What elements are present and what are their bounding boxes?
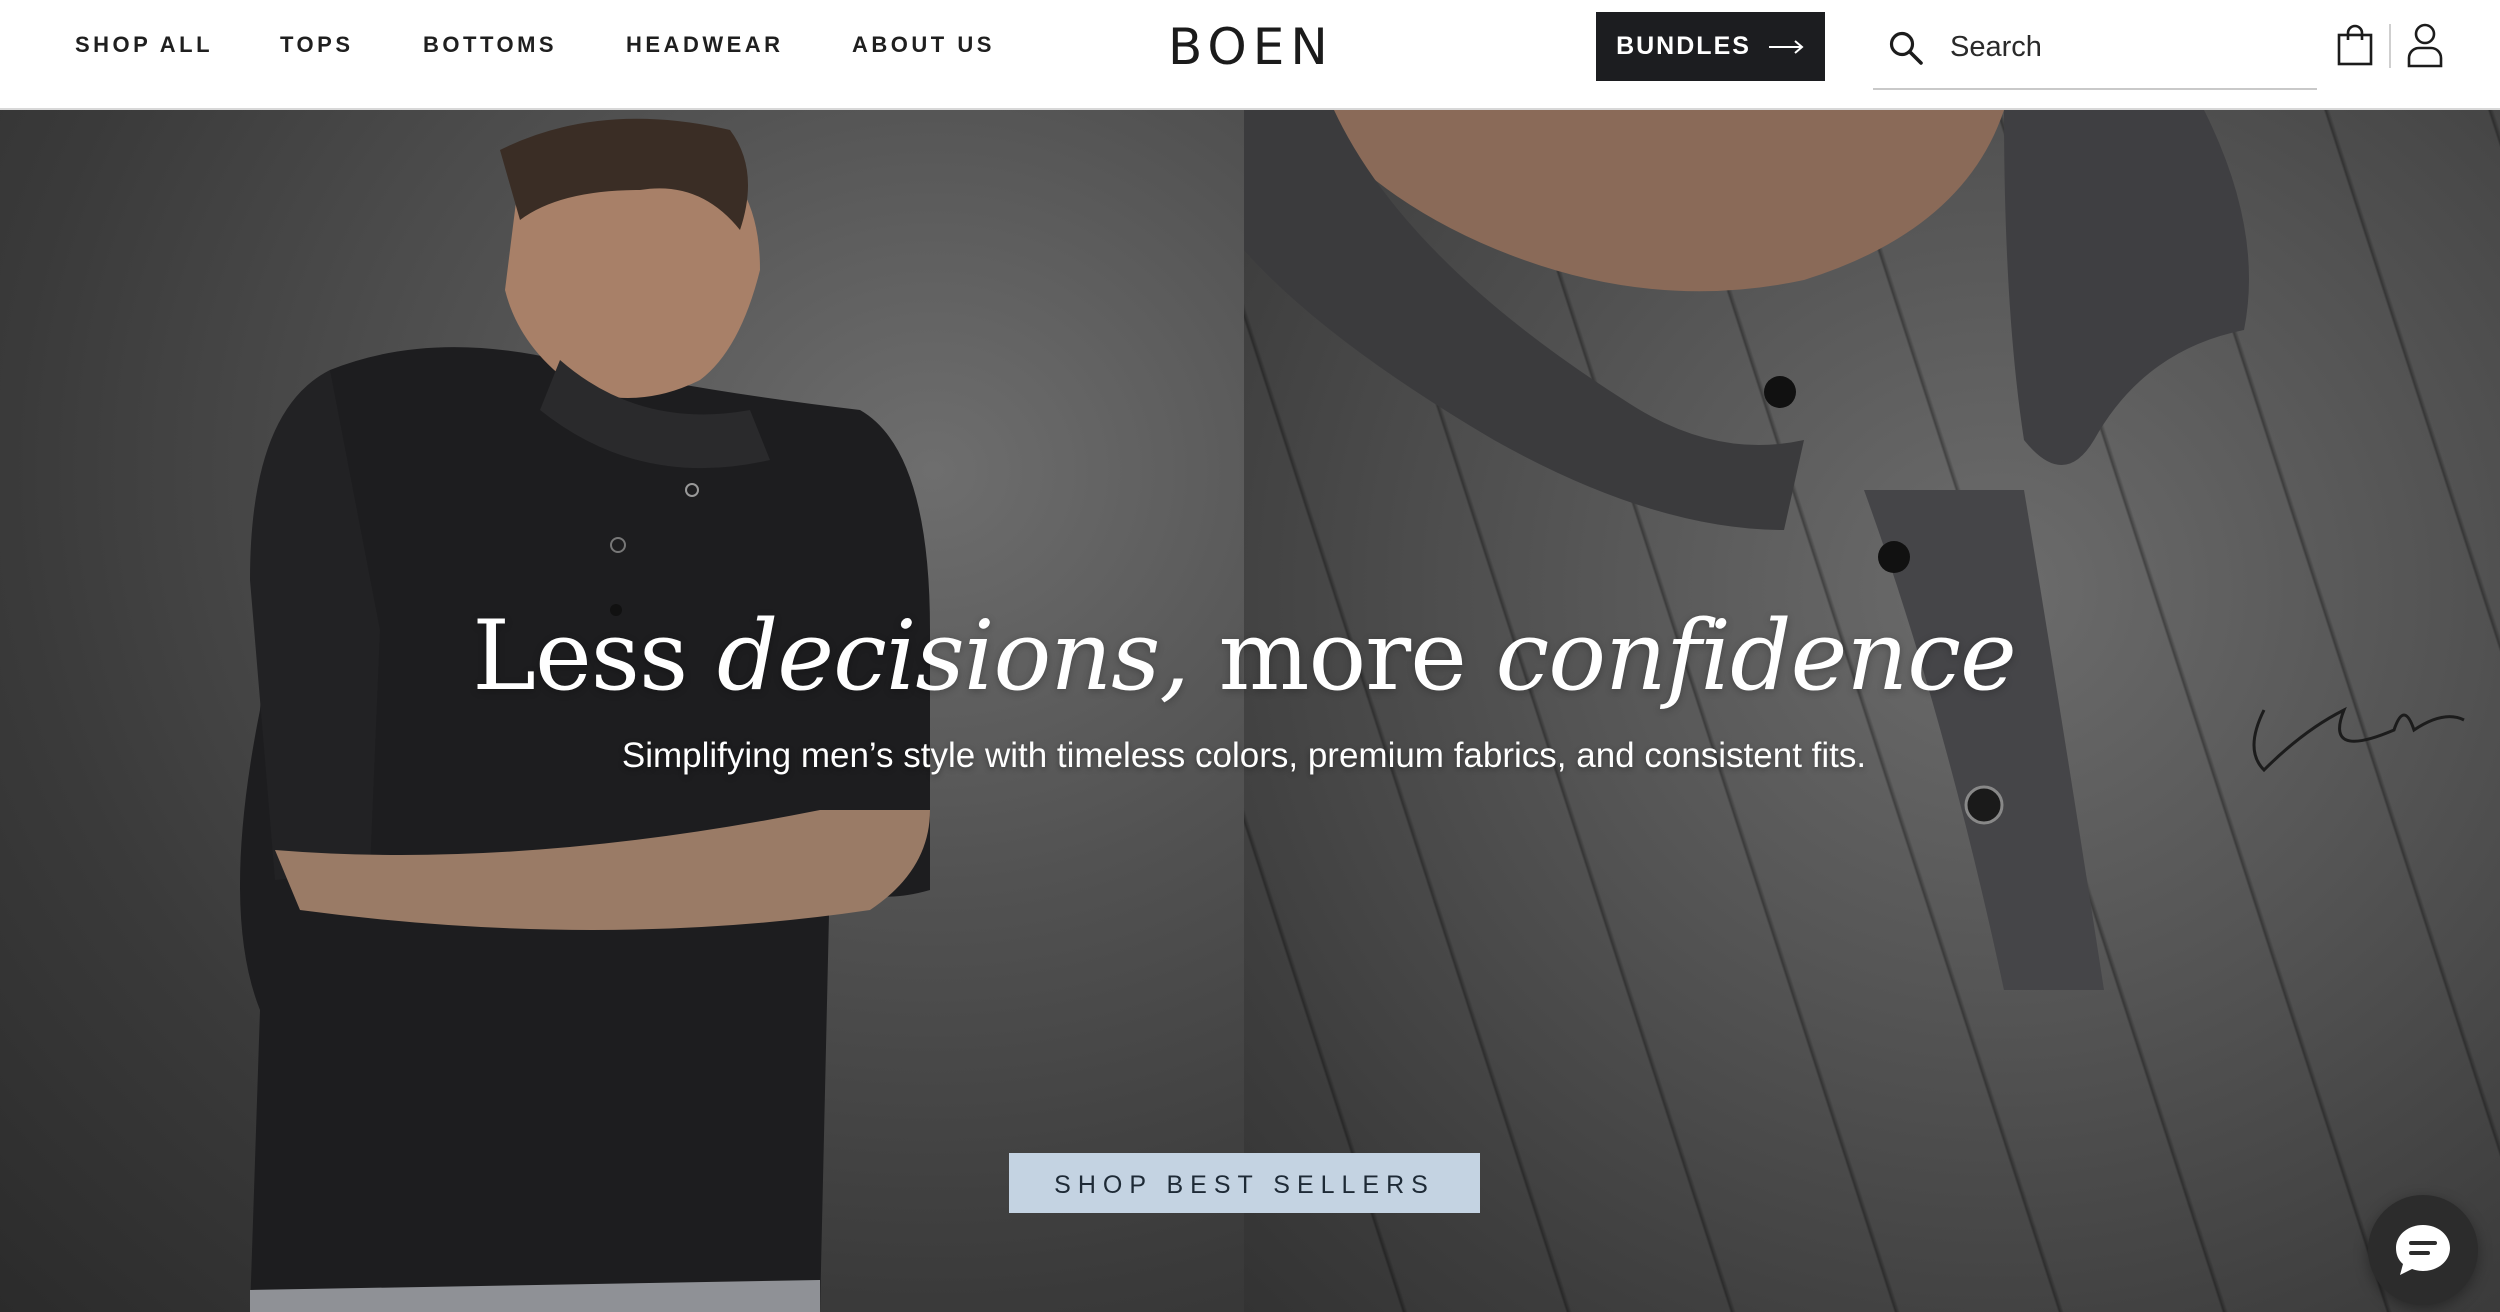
headline-part-3: more — [1188, 600, 1496, 712]
hero-subheadline: Simplifying men’s style with timeless co… — [621, 736, 1867, 775]
bundles-label: BUNDLES — [1616, 32, 1751, 60]
arrow-right-icon — [1768, 39, 1804, 54]
chat-bubble-icon — [2396, 1225, 2450, 1275]
shopping-bag-icon[interactable] — [2336, 24, 2374, 66]
user-icon[interactable] — [2406, 22, 2444, 68]
headline-part-4: confidence — [1495, 600, 2016, 712]
hero-banner: Less decisions, more confidence Simplify… — [0, 110, 2500, 1312]
search-bar[interactable] — [1873, 16, 2317, 90]
nav-shop-all[interactable]: SHOP ALL — [75, 30, 213, 60]
headline-part-1: Less — [472, 600, 717, 712]
shop-best-sellers-button[interactable]: SHOP BEST SELLERS — [1009, 1153, 1480, 1213]
nav-about-us[interactable]: ABOUT US — [852, 30, 995, 60]
site-header: SHOP ALL TOPS BOTTOMS HEADWEAR ABOUT US … — [0, 0, 2500, 110]
bundles-button[interactable]: BUNDLES — [1596, 12, 1825, 81]
chat-button[interactable] — [2368, 1195, 2478, 1305]
header-divider — [2389, 24, 2391, 68]
nav-bottoms[interactable]: BOTTOMS — [423, 30, 557, 60]
hero-headline: Less decisions, more confidence — [0, 600, 2488, 712]
nav-tops[interactable]: TOPS — [280, 30, 354, 60]
brand-logo[interactable]: BOEN — [1168, 14, 1328, 80]
headline-part-2: decisions, — [716, 600, 1190, 712]
nav-headwear[interactable]: HEADWEAR — [626, 30, 784, 60]
search-icon[interactable] — [1888, 30, 1924, 66]
search-input[interactable] — [1948, 22, 2302, 72]
